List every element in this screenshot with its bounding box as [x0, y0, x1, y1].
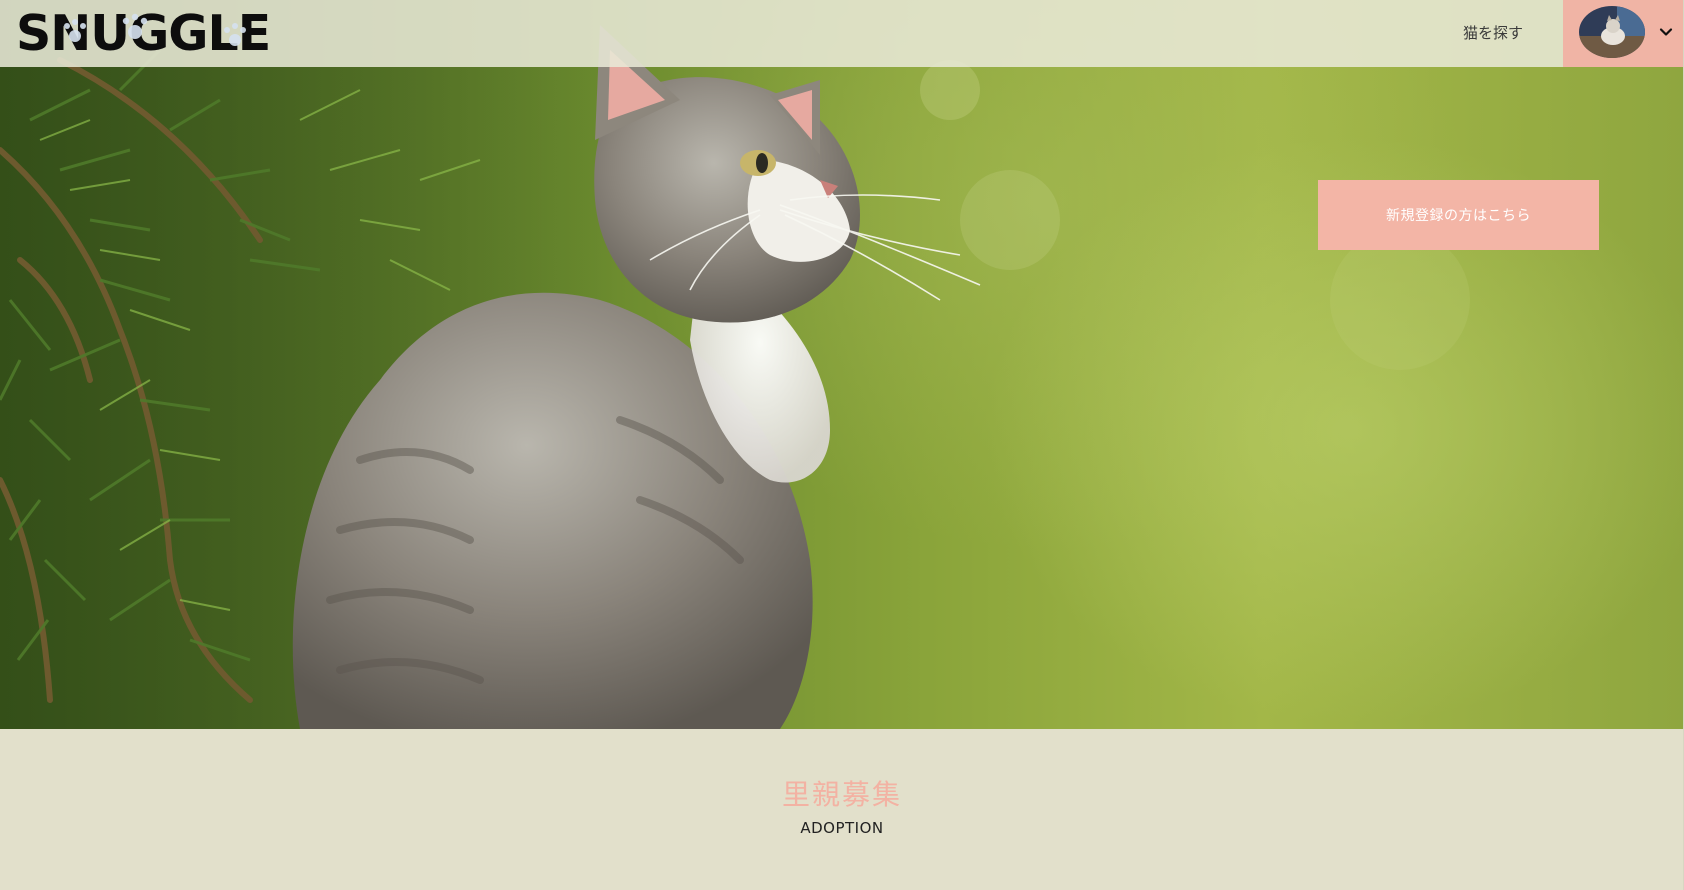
section-title: 里親募集 — [781, 778, 902, 811]
nav-find-cats-link[interactable]: 猫を探す — [1463, 22, 1523, 43]
signup-button[interactable]: 新規登録の方はこちら — [1318, 180, 1599, 250]
brand-logo[interactable]: SNUGGLE — [16, 8, 271, 60]
adoption-section: 里親募集 ADOPTION — [0, 729, 1684, 890]
section-subtitle: ADOPTION — [800, 819, 884, 837]
hero-image — [0, 0, 1684, 729]
kitten-photo — [0, 0, 1470, 729]
user-menu-button[interactable] — [1563, 0, 1684, 67]
user-avatar — [1579, 6, 1645, 58]
top-nav-bar: SNUGGLE 猫を探す — [0, 0, 1684, 67]
chevron-down-icon — [1659, 28, 1673, 36]
